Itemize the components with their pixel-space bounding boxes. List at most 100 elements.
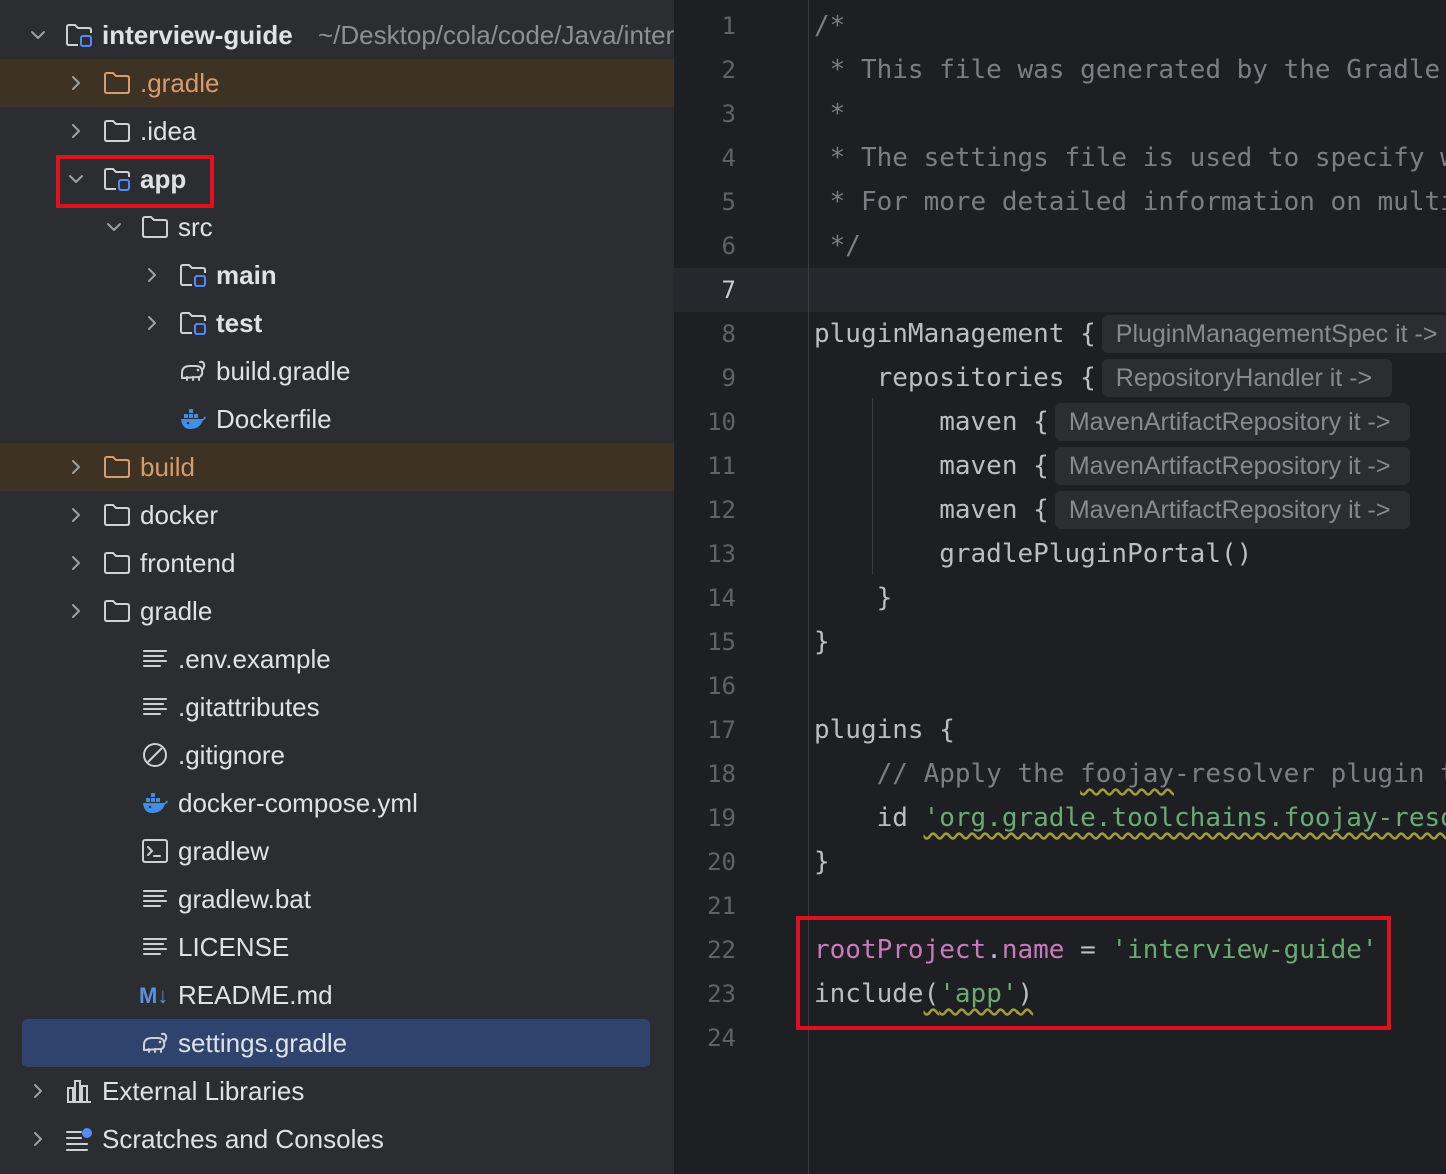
- tree-item-src[interactable]: src: [0, 203, 674, 251]
- tree-item-gradlew[interactable]: gradlew: [0, 827, 674, 875]
- chevron-right-icon[interactable]: [141, 264, 163, 286]
- tree-item-label: Dockerfile: [216, 404, 332, 434]
- code-token: }: [814, 847, 830, 877]
- code-token: maven {: [814, 407, 1049, 437]
- chevron-right-icon[interactable]: [65, 600, 87, 622]
- line-number: 6: [721, 232, 736, 260]
- gradle-elephant-icon: [141, 1030, 169, 1056]
- tree-item-label: README.md: [178, 980, 333, 1010]
- tree-item-settings-gradle[interactable]: settings.gradle: [22, 1019, 650, 1067]
- code-line[interactable]: }: [814, 576, 893, 620]
- tree-root-interview-guide[interactable]: interview-guide ~/Desktop/cola/code/Java…: [0, 11, 674, 59]
- code-line[interactable]: }: [814, 620, 830, 664]
- code-token: plugins {: [814, 715, 955, 745]
- chevron-down-icon[interactable]: [27, 24, 49, 46]
- scratches-icon: [65, 1126, 93, 1152]
- code-line[interactable]: maven {MavenArtifactRepository it ->: [814, 488, 1411, 532]
- line-number: 8: [721, 320, 736, 348]
- code-line[interactable]: /*: [814, 4, 845, 48]
- code-token: /*: [814, 11, 846, 41]
- tree-item-readme-md[interactable]: M↓ README.md: [0, 971, 674, 1019]
- tree-item-label: .gradle: [140, 68, 220, 98]
- line-number: 2: [721, 56, 736, 84]
- tree-item-label: src: [178, 212, 213, 242]
- line-number: 12: [707, 496, 736, 524]
- tree-item-label: .gitattributes: [178, 692, 320, 722]
- line-number: 9: [721, 364, 736, 392]
- line-number: 24: [707, 1024, 736, 1052]
- line-number: 1: [721, 12, 736, 40]
- tree-item-main[interactable]: main: [0, 251, 674, 299]
- code-token: -resolver plugin to allow automatic down…: [1174, 759, 1446, 789]
- tree-item-docker-compose-yml[interactable]: docker-compose.yml: [0, 779, 674, 827]
- tree-item-gitattributes[interactable]: .gitattributes: [0, 683, 674, 731]
- tree-item-external-libraries[interactable]: External Libraries: [0, 1067, 674, 1115]
- annotation-box-settings-code: [796, 916, 1391, 1030]
- chevron-down-icon[interactable]: [103, 216, 125, 238]
- tree-item-license[interactable]: LICENSE: [0, 923, 674, 971]
- line-number: 23: [707, 980, 736, 1008]
- code-line[interactable]: */: [814, 224, 861, 268]
- folder-icon: [103, 550, 131, 576]
- tree-item-dockerfile[interactable]: Dockerfile: [0, 395, 674, 443]
- tree-item-gitignore[interactable]: .gitignore: [0, 731, 674, 779]
- tree-item-scratches-and-consoles[interactable]: Scratches and Consoles: [0, 1115, 674, 1163]
- markdown-icon: M↓: [139, 983, 169, 1008]
- code-line[interactable]: *: [814, 92, 846, 136]
- line-number: 5: [721, 188, 736, 216]
- tree-item-build[interactable]: build: [0, 443, 674, 491]
- tree-item-env-example[interactable]: .env.example: [0, 635, 674, 683]
- tree-item-gradlew-bat[interactable]: gradlew.bat: [0, 875, 674, 923]
- tree-item-idea[interactable]: .idea: [0, 107, 674, 155]
- tree-item-label: build.gradle: [216, 356, 351, 386]
- code-line[interactable]: // Apply the foojay-resolver plugin to a…: [814, 752, 1446, 796]
- text-file-icon: [141, 694, 169, 720]
- chevron-right-icon[interactable]: [65, 552, 87, 574]
- code-line[interactable]: * This file was generated by the Gradle …: [814, 48, 1446, 92]
- line-number: 3: [721, 100, 736, 128]
- code-line[interactable]: }: [814, 840, 830, 884]
- folder-icon: [103, 502, 131, 528]
- line-number: 13: [707, 540, 736, 568]
- code-line[interactable]: gradlePluginPortal(): [814, 532, 1252, 576]
- tree-item-label: settings.gradle: [178, 1028, 348, 1058]
- tree-item-gradle[interactable]: .gradle: [0, 59, 674, 107]
- inlay-type-hint[interactable]: MavenArtifactRepository it ->: [1054, 447, 1411, 485]
- chevron-right-icon[interactable]: [65, 456, 87, 478]
- code-line[interactable]: id 'org.gradle.toolchains.foojay-resolve…: [814, 796, 1446, 840]
- ignore-file-icon: [141, 742, 169, 768]
- inlay-type-hint[interactable]: MavenArtifactRepository it ->: [1054, 403, 1411, 441]
- code-line[interactable]: * For more detailed information on multi…: [814, 180, 1446, 224]
- line-number: 18: [707, 760, 736, 788]
- chevron-right-icon[interactable]: [65, 120, 87, 142]
- tree-item-docker[interactable]: docker: [0, 491, 674, 539]
- code-line[interactable]: maven {MavenArtifactRepository it ->: [814, 400, 1411, 444]
- code-line[interactable]: pluginManagement {PluginManagementSpec i…: [814, 312, 1446, 356]
- text-file-icon: [141, 646, 169, 672]
- code-token: maven {: [814, 451, 1049, 481]
- code-line[interactable]: repositories {RepositoryHandler it ->: [814, 356, 1393, 400]
- code-token: maven {: [814, 495, 1049, 525]
- code-token: // Apply the: [814, 759, 1081, 789]
- tree-item-test[interactable]: test: [0, 299, 674, 347]
- tree-item-gradle[interactable]: gradle: [0, 587, 674, 635]
- code-token: pluginManagement {: [814, 319, 1096, 349]
- tree-item-frontend[interactable]: frontend: [0, 539, 674, 587]
- code-token: foojay: [1080, 759, 1175, 789]
- chevron-right-icon[interactable]: [27, 1080, 49, 1102]
- code-line[interactable]: plugins {: [814, 708, 955, 752]
- tree-item-build-gradle[interactable]: build.gradle: [0, 347, 674, 395]
- tree-item-label: External Libraries: [102, 1076, 305, 1106]
- code-line[interactable]: * The settings file is used to specify w…: [814, 136, 1446, 180]
- code-token: * The settings file is used to specify w…: [829, 143, 1446, 173]
- folder-icon: [103, 70, 131, 96]
- chevron-right-icon[interactable]: [141, 312, 163, 334]
- inlay-type-hint[interactable]: MavenArtifactRepository it ->: [1054, 491, 1411, 529]
- code-line[interactable]: maven {MavenArtifactRepository it ->: [814, 444, 1411, 488]
- chevron-right-icon[interactable]: [27, 1128, 49, 1150]
- code-token: * This file was generated by the Gradle …: [829, 55, 1441, 85]
- chevron-right-icon[interactable]: [65, 72, 87, 94]
- inlay-type-hint[interactable]: RepositoryHandler it ->: [1101, 359, 1393, 397]
- inlay-type-hint[interactable]: PluginManagementSpec it ->: [1101, 315, 1446, 353]
- chevron-right-icon[interactable]: [65, 504, 87, 526]
